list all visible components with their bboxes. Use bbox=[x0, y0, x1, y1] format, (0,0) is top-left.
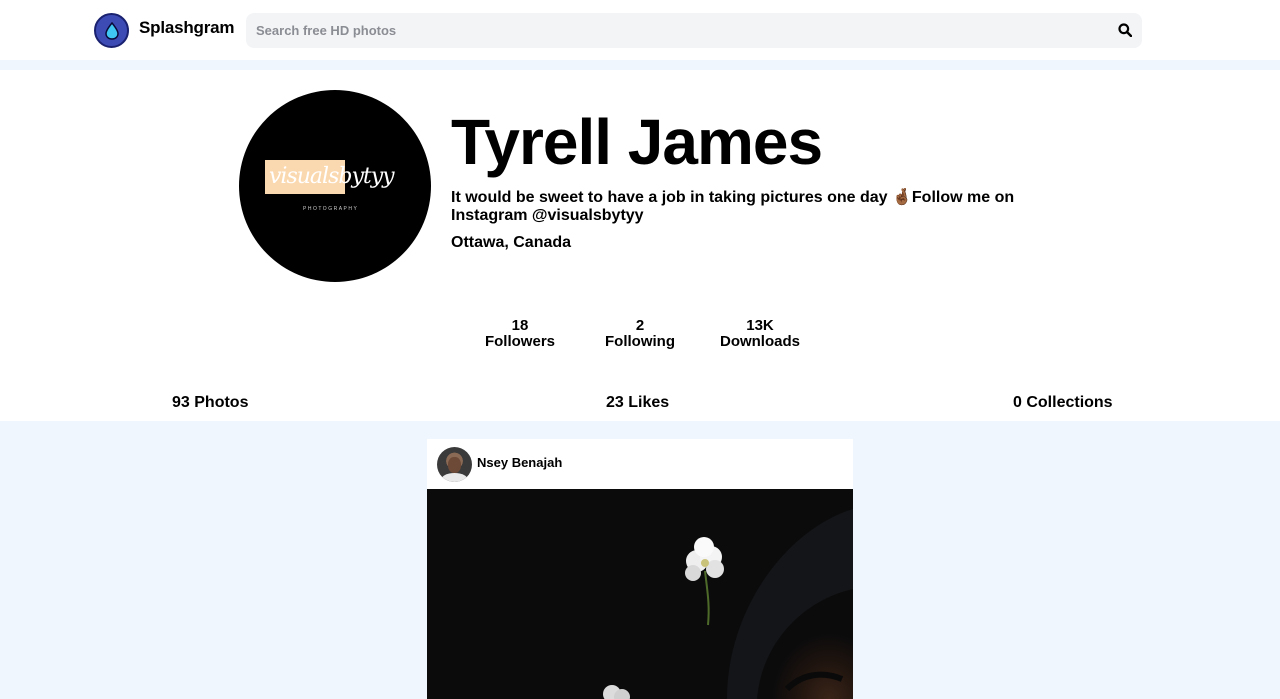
stat-downloads: 13K Downloads bbox=[705, 318, 815, 350]
logo-drop-icon[interactable] bbox=[94, 13, 129, 48]
photographer-avatar[interactable] bbox=[437, 447, 472, 482]
stat-following[interactable]: 2 Following bbox=[585, 318, 695, 350]
photo-image[interactable] bbox=[427, 489, 853, 699]
profile-avatar: visualsbytyy PHOTOGRAPHY bbox=[239, 90, 431, 282]
avatar-logo-subtext: PHOTOGRAPHY bbox=[303, 206, 359, 212]
photo-card[interactable]: Nsey Benajah bbox=[427, 439, 853, 699]
top-nav: Splashgram bbox=[0, 0, 1280, 60]
profile-location: Ottawa, Canada bbox=[451, 234, 572, 251]
stat-label: Downloads bbox=[719, 333, 800, 350]
photo-card-header: Nsey Benajah bbox=[427, 439, 853, 489]
tab-photos[interactable]: 93 Photos bbox=[172, 394, 248, 412]
stat-value: 13K bbox=[746, 317, 774, 334]
photographer-name[interactable]: Nsey Benajah bbox=[477, 455, 562, 470]
search-icon[interactable] bbox=[1118, 23, 1132, 37]
stat-value: 18 bbox=[511, 317, 529, 334]
profile-name: Tyrell James bbox=[451, 106, 823, 178]
tab-collections[interactable]: 0 Collections bbox=[1013, 394, 1113, 412]
search-input[interactable] bbox=[246, 13, 1106, 48]
stat-followers[interactable]: 18 Followers bbox=[465, 318, 575, 350]
profile-section: visualsbytyy PHOTOGRAPHY Tyrell James It… bbox=[0, 70, 1280, 421]
avatar-logo-text: visualsbytyy bbox=[269, 164, 395, 189]
stat-label: Followers bbox=[484, 333, 555, 350]
profile-bio: It would be sweet to have a job in takin… bbox=[451, 189, 1015, 224]
stat-label: Following bbox=[605, 333, 675, 350]
tab-likes[interactable]: 23 Likes bbox=[606, 394, 669, 412]
search-bar bbox=[246, 13, 1142, 48]
stat-value: 2 bbox=[635, 317, 645, 334]
brand-name[interactable]: Splashgram bbox=[139, 18, 235, 38]
